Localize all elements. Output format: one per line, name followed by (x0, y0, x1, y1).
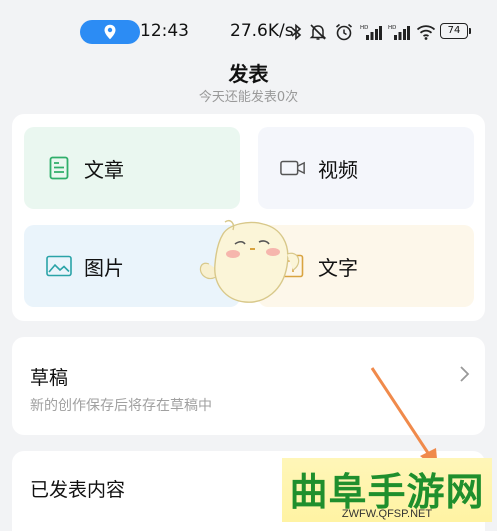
publish-article-button[interactable]: 文章 (24, 127, 240, 209)
location-indicator[interactable] (80, 20, 140, 44)
status-icons: HD HD (290, 20, 436, 44)
publish-text-label: 文字 (318, 255, 358, 280)
signal-icon: HD (388, 25, 410, 40)
mascot-icon (199, 220, 300, 303)
publish-video-button[interactable]: 视频 (258, 127, 474, 209)
battery-level: 74 (447, 25, 461, 36)
page-title: 发表 (228, 62, 269, 86)
signal-icon: HD (360, 25, 382, 40)
drafts-title: 草稿 (30, 367, 69, 389)
status-bar: 12:43 27.6K/s HD HD 74 (0, 0, 497, 60)
svg-text:HD: HD (388, 25, 396, 31)
location-icon (104, 24, 116, 40)
image-icon (46, 253, 72, 279)
remaining-posts-notice: 今天还能发表0次 (198, 90, 299, 105)
battery-icon: 74 (440, 23, 471, 39)
bluetooth-icon (291, 23, 302, 41)
publish-options-card: 文章 视频 图片 文字 (12, 114, 485, 321)
status-time: 12:43 (140, 21, 189, 41)
published-content-title: 已发表内容 (30, 479, 126, 501)
mute-icon (309, 24, 327, 40)
video-icon (280, 155, 306, 181)
chevron-right-icon (460, 366, 470, 382)
svg-text:HD: HD (360, 25, 368, 31)
publish-article-label: 文章 (84, 157, 124, 182)
watermark: 曲阜手游网 ZWFW.QFSP.NET (282, 458, 492, 522)
alarm-icon (335, 23, 353, 41)
watermark-url: ZWFW.QFSP.NET (341, 508, 433, 520)
publish-image-label: 图片 (84, 255, 124, 280)
publish-video-label: 视频 (318, 157, 358, 182)
drafts-description: 新的创作保存后将存在草稿中 (30, 398, 212, 414)
wifi-icon (416, 25, 436, 40)
network-speed: 27.6K/s (230, 21, 294, 41)
article-icon (46, 155, 72, 181)
